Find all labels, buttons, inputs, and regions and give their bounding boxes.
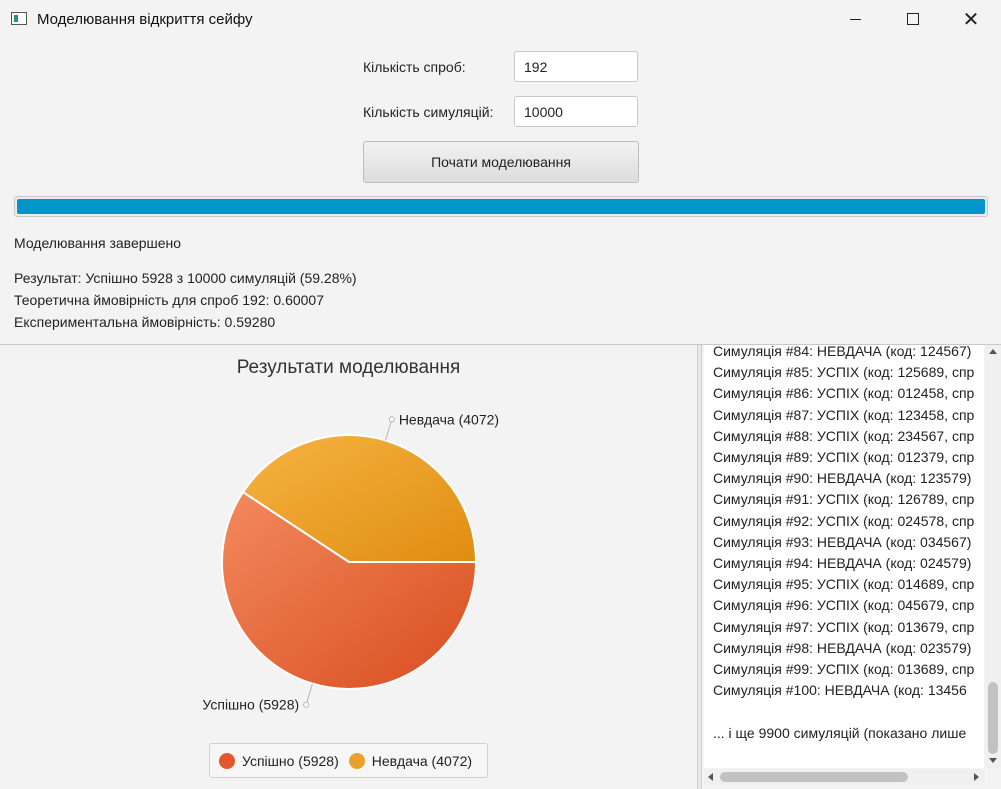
pie-label-marker — [388, 416, 395, 423]
chart-panel: Результати моделювання Успішно (5928) Нев… — [0, 345, 697, 789]
minimize-icon — [849, 18, 861, 20]
legend-item-success: Успішно (5928) — [219, 752, 339, 769]
log-line: ... і ще 9900 симуляцій (показано лише — [713, 724, 967, 741]
scroll-right-icon[interactable] — [974, 773, 979, 781]
attempts-label: Кількість спроб: — [363, 59, 466, 75]
simulations-input[interactable] — [514, 96, 638, 127]
window-title: Моделювання відкриття сейфу — [37, 11, 253, 28]
legend-swatch-failure — [348, 752, 365, 769]
log-line: Симуляція #87: УСПІХ (код: 123458, спр — [713, 406, 975, 423]
close-icon: ✕ — [962, 7, 980, 31]
log-line: Симуляція #94: НЕВДАЧА (код: 024579) — [713, 555, 972, 571]
scroll-up-icon[interactable] — [989, 349, 997, 354]
legend-item-failure: Невдача (4072) — [348, 752, 473, 769]
log-line: Симуляція #95: УСПІХ (код: 014689, спр — [713, 576, 975, 593]
log-line: Симуляція #88: УСПІХ (код: 234567, спр — [713, 427, 975, 444]
pie-label-success: Успішно (5928) — [202, 697, 299, 713]
pie-label-failure: Невдача (4072) — [399, 411, 499, 427]
log-line: Симуляція #84: НЕВДАЧА (код: 124567) — [713, 345, 972, 359]
log-line: Симуляція #91: УСПІХ (код: 126789, спр — [713, 491, 975, 508]
legend-swatch-success — [219, 752, 235, 769]
scroll-down-icon[interactable] — [989, 758, 997, 763]
theoretical-probability: Теоретична ймовірність для спроб 192: 0.… — [14, 292, 324, 308]
log-line: Симуляція #93: НЕВДАЧА (код: 034567) — [713, 533, 972, 550]
pie-label-line — [305, 683, 313, 705]
log-line: Симуляція #85: УСПІХ (код: 125689, спр — [713, 364, 975, 381]
progress-fill — [17, 199, 985, 214]
vertical-scroll-thumb[interactable] — [988, 682, 998, 754]
log-line: Симуляція #100: НЕВДАЧА (код: 13456 — [713, 682, 967, 699]
log-text-area[interactable]: Симуляція #84: НЕВДАЧА (код: 124567) Симу… — [704, 345, 984, 768]
log-line: Симуляція #86: УСПІХ (код: 012458, спр — [713, 385, 975, 402]
log-line: Симуляція #92: УСПІХ (код: 024578, спр — [713, 512, 975, 529]
horizontal-scroll-thumb[interactable] — [720, 772, 908, 782]
chart-legend: Успішно (5928) Невдача (4072) — [209, 743, 488, 778]
scroll-left-icon[interactable] — [708, 773, 713, 781]
log-line: Симуляція #99: УСПІХ (код: 013689, спр — [713, 661, 975, 677]
split-pane-divider[interactable] — [697, 345, 702, 789]
legend-label-failure: Невдача (4072) — [371, 752, 473, 769]
result-summary: Результат: Успішно 5928 з 10000 симуляці… — [14, 270, 357, 286]
pie-chart: Успішно (5928) Невдача (4072) — [202, 411, 499, 713]
maximize-icon — [907, 13, 919, 25]
app-window-icon — [11, 12, 27, 25]
pie-label-marker — [303, 701, 310, 708]
log-line: Симуляція #98: НЕВДАЧА (код: 023579) — [713, 639, 972, 656]
experimental-probability: Експериментальна ймовірність: 0.59280 — [14, 314, 276, 330]
log-line: Симуляція #90: НЕВДАЧА (код: 123579) — [713, 470, 972, 487]
horizontal-scrollbar[interactable] — [704, 769, 985, 785]
legend-label-success: Успішно (5928) — [242, 752, 339, 769]
progress-bar — [14, 196, 988, 217]
log-line: Симуляція #97: УСПІХ (код: 013679, спр — [713, 618, 975, 635]
simulations-label: Кількість симуляцій: — [363, 104, 494, 120]
status-text: Моделювання завершено — [14, 235, 182, 251]
close-button[interactable]: ✕ — [942, 0, 1000, 38]
title-bar: Моделювання відкриття сейфу ✕ — [0, 0, 1001, 38]
pie-label-line — [385, 419, 393, 441]
log-line: Симуляція #89: УСПІХ (код: 012379, спр — [713, 449, 975, 465]
maximize-button[interactable] — [884, 0, 942, 38]
log-panel: Симуляція #84: НЕВДАЧА (код: 124567) Симу… — [704, 345, 1001, 789]
vertical-scrollbar[interactable] — [985, 345, 1001, 768]
log-line: Симуляція #96: УСПІХ (код: 045679, спр — [713, 597, 975, 614]
minimize-button[interactable] — [826, 0, 884, 38]
start-simulation-button[interactable]: Почати моделювання — [363, 141, 639, 183]
attempts-input[interactable] — [514, 51, 638, 82]
